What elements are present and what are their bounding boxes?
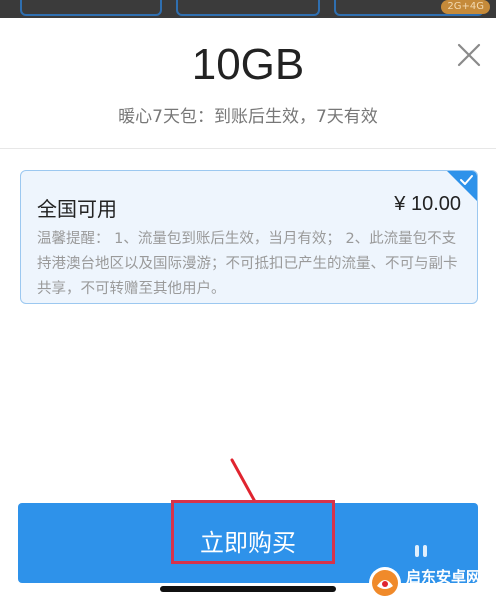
background-card bbox=[20, 0, 162, 16]
dots-icon bbox=[415, 545, 427, 557]
option-note: 温馨提醒： 1、流量包到账后生效，当月有效； 2、此流量包不支持港澳台地区以及国… bbox=[37, 231, 458, 297]
home-indicator bbox=[160, 586, 336, 592]
package-option-card[interactable]: 全国可用 ¥ 10.00 温馨提醒： 1、流量包到账后生效，当月有效； 2、此流… bbox=[20, 170, 478, 304]
network-badge: 2G+4G bbox=[441, 0, 490, 14]
watermark: 启东安卓网 www.qdltdq.com bbox=[368, 562, 496, 602]
option-name: 全国可用 bbox=[37, 197, 117, 221]
highlight-box bbox=[171, 500, 335, 564]
watermark-url: www.qdltdq.com bbox=[406, 585, 482, 595]
background-overlay: 2G+4G bbox=[0, 0, 496, 18]
package-title: 10GB bbox=[191, 40, 305, 89]
option-price: ¥ 10.00 bbox=[394, 193, 461, 215]
divider bbox=[0, 148, 496, 149]
background-card bbox=[176, 0, 320, 16]
package-subtitle: 暖心7天包：到账后生效，7天有效 bbox=[118, 107, 378, 127]
watermark-title: 启东安卓网 bbox=[406, 568, 482, 586]
watermark-logo-icon bbox=[369, 567, 401, 599]
